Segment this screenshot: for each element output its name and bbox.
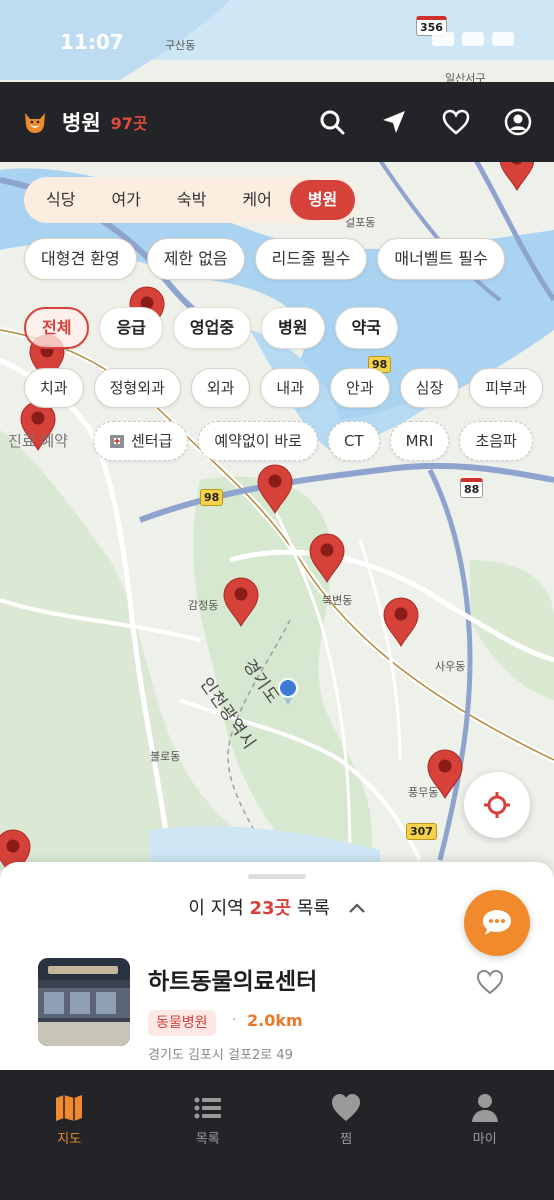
tab-favorites[interactable]: 찜 <box>277 1070 416 1200</box>
filter-chip-label: 센터급 <box>130 432 173 450</box>
filter-chip[interactable]: 매너벨트 필수 <box>377 238 505 280</box>
filter-chip[interactable]: 제한 없음 <box>146 238 245 280</box>
filter-chip[interactable]: 진료 예약 <box>0 421 83 461</box>
status-bar: 11:07 <box>0 0 554 82</box>
hospital-map-pin[interactable] <box>382 596 420 648</box>
filter-chip[interactable]: 병원 <box>261 307 325 349</box>
battery-icon <box>492 32 514 46</box>
status-time: 11:07 <box>60 30 124 54</box>
search-button[interactable] <box>318 108 346 136</box>
tab-label: 목록 <box>195 1132 220 1147</box>
tab-label: 마이 <box>472 1132 497 1147</box>
road-number: 307 <box>406 823 437 840</box>
filter-chip[interactable]: 응급 <box>99 307 163 349</box>
place-category-badge: 동물병원 <box>148 1010 216 1036</box>
favorites-button[interactable] <box>442 108 470 136</box>
status-icons <box>432 32 514 46</box>
category-tab[interactable]: 식당 <box>28 180 93 220</box>
filter-chip[interactable]: 초음파 <box>459 421 533 461</box>
sheet-title-suffix: 목록 <box>296 898 330 919</box>
list-icon <box>194 1097 221 1119</box>
heart-icon <box>442 109 470 135</box>
my-location-button[interactable] <box>464 772 530 838</box>
filter-chip[interactable]: 안과 <box>330 368 390 408</box>
road-number: 98 <box>200 489 224 506</box>
place-name[interactable]: 하트동물의료센터 <box>148 962 317 996</box>
size-filter-row: 대형견 환영 제한 없음 리드줄 필수 매너벨트 필수 <box>24 238 505 280</box>
map-label: 감정동 <box>188 599 219 612</box>
sheet-title-count: 23곳 <box>249 898 292 919</box>
type-filter-row: 전체 응급 영업중 병원 약국 <box>24 307 398 349</box>
tab-label: 지도 <box>57 1132 82 1147</box>
category-tabs: 식당 여가 숙박 케어 병원 <box>24 177 360 223</box>
bottom-tab-bar: 지도 목록 찜 마이 <box>0 1070 554 1200</box>
heart-filled-icon <box>332 1094 361 1121</box>
tab-label: 찜 <box>340 1132 353 1147</box>
chevron-up-icon <box>348 898 366 919</box>
place-card[interactable]: 하트동물의료센터 동물병원 · 2.0km 경기도 김포시 걸포2로 49 <box>38 958 518 1068</box>
chat-bubble-icon <box>483 910 511 935</box>
filter-chip[interactable]: 피부과 <box>469 368 543 408</box>
person-icon <box>471 1094 498 1122</box>
filter-chip[interactable]: 영업중 <box>172 307 252 349</box>
separator-dot: · <box>232 1012 237 1028</box>
favorite-heart-icon[interactable] <box>476 968 504 996</box>
chat-button[interactable] <box>464 890 530 956</box>
map-label: 사우동 <box>435 660 466 673</box>
result-count: 97곳 <box>110 114 148 133</box>
place-distance: 2.0km <box>247 1011 303 1030</box>
category-tab-active[interactable]: 병원 <box>289 180 356 220</box>
tab-my[interactable]: 마이 <box>416 1070 554 1200</box>
filter-chip[interactable]: 대형견 환영 <box>24 238 137 280</box>
hospital-map-pin[interactable] <box>222 576 260 628</box>
map-icon <box>56 1095 83 1121</box>
filter-chip-selected[interactable]: 전체 <box>24 307 90 349</box>
department-filter-row: 치과 정형외과 외과 내과 안과 심장 피부과 <box>24 368 543 408</box>
hospital-map-pin[interactable] <box>308 532 346 584</box>
signal-icon <box>432 32 454 46</box>
filter-chip[interactable]: CT <box>327 421 380 461</box>
category-tab[interactable]: 숙박 <box>159 180 224 220</box>
navigation-arrow-icon <box>383 111 405 133</box>
category-tab[interactable]: 여가 <box>93 180 158 220</box>
crosshair-icon <box>484 792 510 818</box>
place-address: 경기도 김포시 걸포2로 49 <box>148 1048 293 1063</box>
filter-chip-center[interactable]: 센터급 <box>92 421 189 461</box>
wifi-icon <box>462 32 484 46</box>
filter-chip[interactable]: 심장 <box>399 368 460 408</box>
current-location-marker <box>278 678 298 705</box>
app-logo-icon <box>25 113 45 133</box>
hospital-map-pin[interactable] <box>426 748 464 800</box>
filter-chip[interactable]: 약국 <box>334 307 398 349</box>
tab-map[interactable]: 지도 <box>0 1070 139 1200</box>
service-filter-row: 진료 예약 센터급 예약없이 바로 CT MRI 초음파 <box>0 421 533 461</box>
filter-chip[interactable]: 치과 <box>24 368 84 408</box>
sheet-title-prefix: 이 지역 <box>188 898 244 919</box>
filter-chip[interactable]: 리드줄 필수 <box>254 238 368 280</box>
app-header: 병원 97곳 <box>0 82 554 162</box>
map-label: 북변동 <box>322 594 353 607</box>
filter-chip[interactable]: 외과 <box>190 368 251 408</box>
road-number: 88 <box>460 478 484 498</box>
filter-chip[interactable]: 정형외과 <box>93 368 181 408</box>
sheet-drag-handle[interactable] <box>248 874 306 879</box>
category-tab[interactable]: 케어 <box>224 180 289 220</box>
place-thumbnail <box>38 958 130 1046</box>
filter-chip[interactable]: 예약없이 바로 <box>198 421 318 461</box>
filter-chip[interactable]: 내과 <box>260 368 321 408</box>
hospital-icon <box>109 435 124 448</box>
page-title: 병원 <box>62 111 101 135</box>
user-circle-icon <box>504 108 532 136</box>
bottom-sheet: 이 지역 23곳 목록 하트동물의료센터 동물병원 · 2.0km 경기도 김포… <box>0 862 554 1102</box>
header-actions <box>318 108 532 136</box>
profile-button[interactable] <box>504 108 532 136</box>
hospital-map-pin[interactable] <box>256 463 294 515</box>
tab-list[interactable]: 목록 <box>139 1070 278 1200</box>
search-icon <box>320 110 345 135</box>
map-label: 불로동 <box>150 750 181 763</box>
filter-chip[interactable]: MRI <box>389 421 450 461</box>
location-button[interactable] <box>380 108 408 136</box>
